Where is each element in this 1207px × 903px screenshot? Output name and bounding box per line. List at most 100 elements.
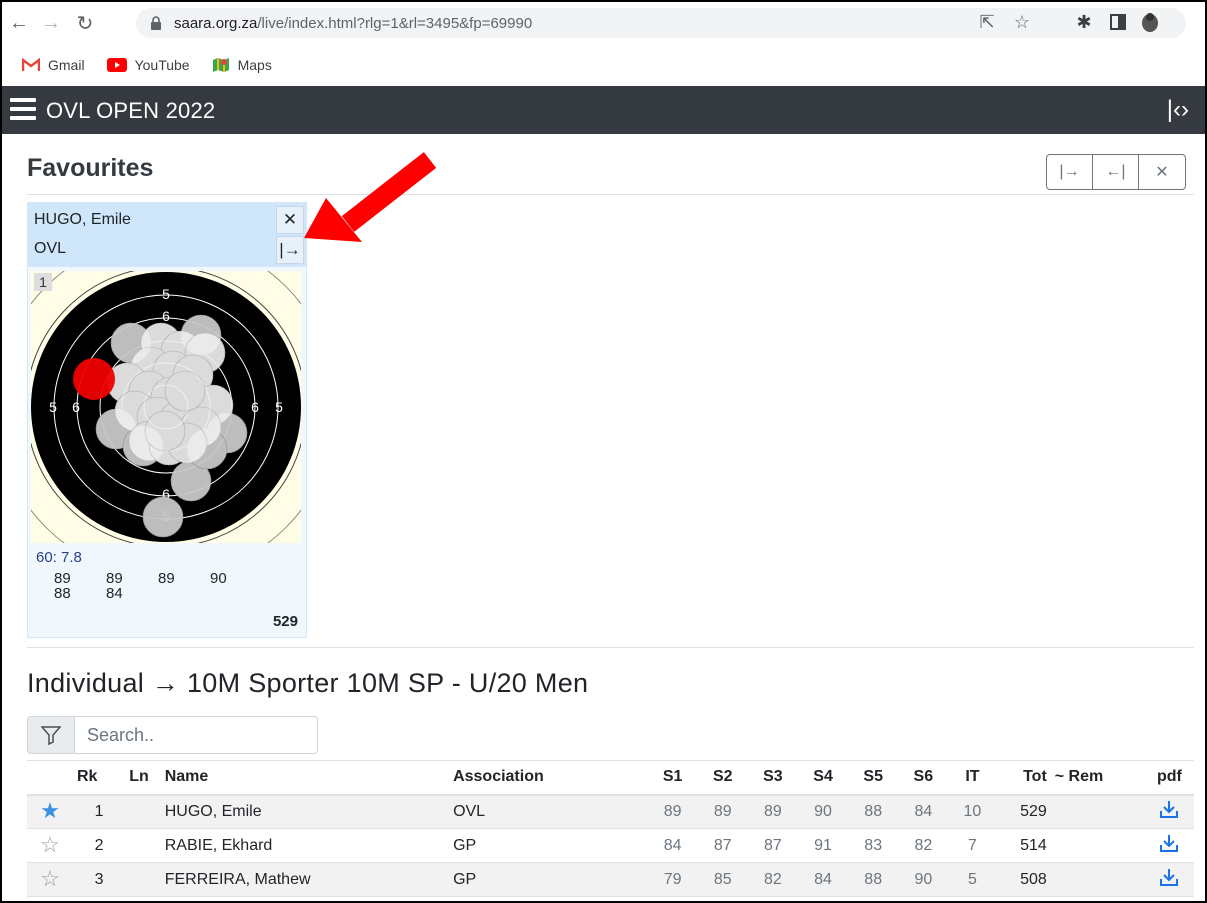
collapse-toggle-icon[interactable]: |‹› (1167, 96, 1189, 124)
back-icon[interactable]: ← (6, 10, 32, 36)
bookmark-youtube[interactable]: YouTube (106, 57, 190, 73)
results-table: Rk Ln Name Association S1 S2 S3 S4 S5 S6… (27, 760, 1194, 897)
card-total: 529 (272, 613, 298, 630)
cell-s3: 87 (747, 828, 798, 863)
series-score: 89 (158, 570, 175, 587)
star-outline-icon[interactable]: ☆ (40, 866, 60, 891)
cell-s1: 84 (647, 828, 698, 863)
cell-s4: 84 (797, 862, 849, 897)
cell-rank: 3 (72, 862, 126, 897)
bookmark-maps[interactable]: Maps (212, 57, 272, 73)
filter-button[interactable] (27, 716, 75, 754)
collapse-all-button[interactable]: ←| (1093, 155, 1139, 189)
profile-avatar[interactable] (1138, 10, 1162, 34)
cell-s6: 90 (898, 862, 949, 897)
cell-s6: 84 (898, 794, 949, 829)
svg-text:5: 5 (275, 399, 283, 415)
clear-favourites-button[interactable]: ✕ (1139, 155, 1185, 189)
col-name[interactable]: Name (160, 760, 450, 796)
target-diagram: 5 6 6 5 5 6 6 5 (31, 271, 301, 543)
star-filled-icon[interactable]: ★ (40, 798, 60, 823)
cell-lane (125, 828, 161, 863)
col-rank[interactable]: Rk (72, 760, 126, 796)
cell-name: HUGO, Emile (160, 794, 450, 829)
cell-s3: 89 (747, 794, 798, 829)
favourites-controls: |→ ←| ✕ (1046, 154, 1186, 190)
forward-icon[interactable]: → (38, 10, 64, 36)
cell-s2: 89 (697, 794, 748, 829)
cell-rank: 2 (72, 828, 126, 863)
cell-s1: 79 (647, 862, 698, 897)
pdf-download-button[interactable] (1144, 794, 1194, 829)
col-lane[interactable]: Ln (125, 760, 161, 796)
bookmarks-bar: Gmail YouTube Maps (0, 46, 1207, 84)
card-club: OVL (34, 240, 67, 257)
last-shot-marker (73, 358, 115, 400)
star-outline-icon[interactable]: ☆ (40, 832, 60, 857)
cell-association: OVL (449, 794, 648, 829)
table-row[interactable]: ☆ 3 FERREIRA, Mathew GP 79 85 82 84 88 9… (27, 862, 1194, 897)
cell-s2: 85 (697, 862, 748, 897)
col-s3[interactable]: S3 (747, 760, 798, 796)
cell-s5: 88 (848, 862, 899, 897)
bookmark-gmail[interactable]: Gmail (22, 57, 85, 73)
download-icon[interactable] (1159, 833, 1179, 853)
svg-text:6: 6 (162, 308, 170, 324)
target-view[interactable]: 5 6 6 5 5 6 6 5 1 (31, 271, 301, 543)
favourite-toggle[interactable]: ★ (27, 794, 73, 829)
youtube-icon (106, 58, 127, 72)
sidepanel-icon[interactable] (1106, 10, 1130, 34)
expand-all-button[interactable]: |→ (1047, 155, 1093, 189)
filter-icon (41, 726, 61, 745)
col-total[interactable]: Tot (996, 760, 1051, 796)
bookmark-label: YouTube (134, 57, 190, 73)
table-row[interactable]: ★ 1 HUGO, Emile OVL 89 89 89 90 88 84 10… (27, 794, 1194, 829)
cell-it: 7 (948, 828, 997, 863)
col-s2[interactable]: S2 (697, 760, 748, 796)
reload-icon[interactable]: ↻ (72, 10, 98, 36)
share-icon[interactable]: ⇱ (975, 10, 999, 34)
download-icon[interactable] (1159, 799, 1179, 819)
table-header-row: Rk Ln Name Association S1 S2 S3 S4 S5 S6… (27, 760, 1194, 796)
cell-remaining (1050, 794, 1145, 829)
series-grid: 89 89 89 90 88 84 (54, 571, 274, 601)
col-s1[interactable]: S1 (647, 760, 698, 796)
cell-total: 508 (996, 862, 1051, 897)
results-heading: Individual → 10M Sporter 10M SP - U/20 M… (27, 668, 589, 698)
col-s6[interactable]: S6 (898, 760, 949, 796)
cell-rank: 1 (72, 794, 126, 829)
extensions-icon[interactable]: ✱ (1072, 10, 1096, 34)
cell-s3: 82 (747, 862, 798, 897)
col-pdf: pdf (1144, 760, 1194, 796)
cell-total: 529 (996, 794, 1051, 829)
col-it[interactable]: IT (948, 760, 997, 796)
col-association[interactable]: Association (449, 760, 648, 796)
card-header: HUGO, Emile OVL ✕ |→ (28, 203, 306, 267)
bookmark-star-icon[interactable]: ☆ (1010, 10, 1034, 34)
svg-text:5: 5 (49, 399, 57, 415)
cell-it: 5 (948, 862, 997, 897)
pdf-download-button[interactable] (1144, 862, 1194, 897)
gmail-icon (22, 58, 40, 71)
menu-icon[interactable] (10, 98, 36, 120)
svg-text:5: 5 (162, 286, 170, 302)
favourite-toggle[interactable]: ☆ (27, 828, 73, 863)
col-s5[interactable]: S5 (848, 760, 899, 796)
cell-association: GP (449, 828, 648, 863)
col-remaining[interactable]: ~ Rem (1050, 760, 1145, 796)
col-s4[interactable]: S4 (797, 760, 849, 796)
annotation-arrow-icon (304, 152, 437, 242)
pdf-download-button[interactable] (1144, 828, 1194, 863)
url-path: /live/index.html?rlg=1&rl=3495&fp=69990 (257, 14, 533, 32)
app-title: OVL OPEN 2022 (46, 98, 216, 123)
favourite-card: HUGO, Emile OVL ✕ |→ 5 6 6 5 5 6 6 5 (27, 202, 307, 638)
bookmark-label: Gmail (48, 57, 85, 73)
search-input[interactable] (74, 716, 318, 754)
shot-number-badge: 1 (34, 273, 52, 291)
cell-remaining (1050, 862, 1145, 897)
cell-association: GP (449, 862, 648, 897)
download-icon[interactable] (1159, 867, 1179, 887)
url-host: saara.org.za (174, 14, 258, 32)
favourite-toggle[interactable]: ☆ (27, 862, 73, 897)
table-row[interactable]: ☆ 2 RABIE, Ekhard GP 84 87 87 91 83 82 7… (27, 828, 1194, 863)
